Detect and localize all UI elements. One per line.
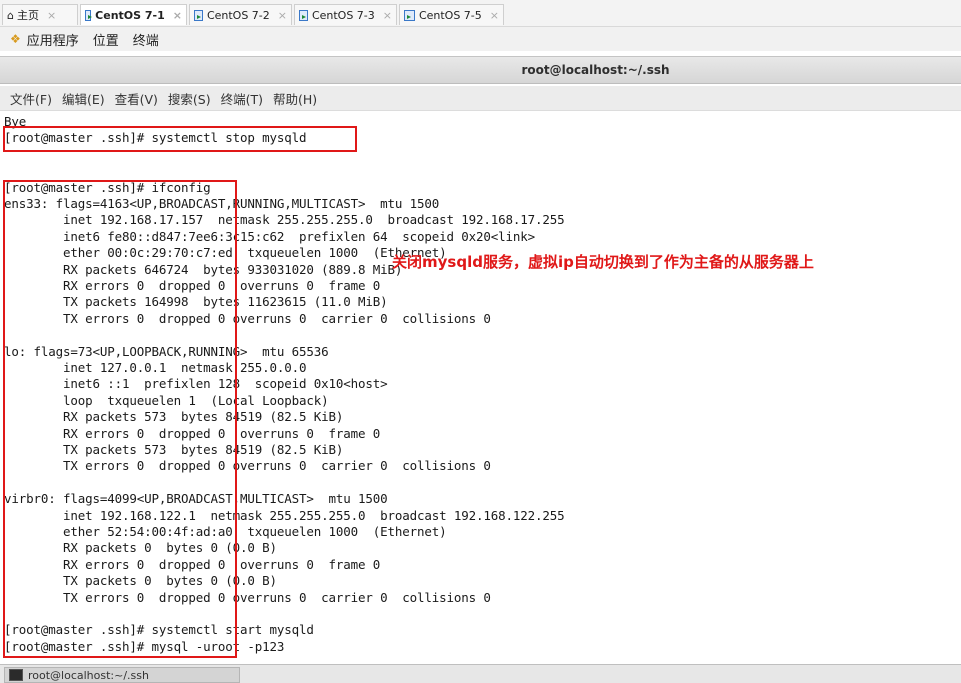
menu-search[interactable]: 搜索(S)	[168, 89, 211, 108]
vm-icon	[299, 9, 308, 21]
terminal-icon	[9, 669, 23, 681]
tab-label: CentOS 7-2	[206, 8, 270, 22]
vm-icon	[404, 9, 415, 21]
highlight-stop-command	[3, 126, 357, 152]
highlight-ifconfig-output	[3, 180, 237, 658]
close-icon[interactable]: ×	[490, 9, 499, 22]
terminal-menu-bar: 文件(F) 编辑(E) 查看(V) 搜索(S) 终端(T) 帮助(H)	[0, 86, 961, 111]
tab-centos-7-5[interactable]: CentOS 7-5 ×	[399, 4, 504, 25]
taskbar-item-label: root@localhost:~/.ssh	[28, 668, 149, 682]
vm-tab-strip: ⌂ 主页 × CentOS 7-1 × CentOS 7-2 × CentOS …	[0, 0, 961, 27]
close-icon[interactable]: ×	[173, 9, 182, 22]
tab-home[interactable]: ⌂ 主页 ×	[2, 4, 78, 25]
tab-centos-7-3[interactable]: CentOS 7-3 ×	[294, 4, 397, 25]
taskbar-item-terminal[interactable]: root@localhost:~/.ssh	[4, 667, 240, 683]
annotation-text: 关闭mysqld服务，虚拟ip自动切换到了作为主备的从服务器上	[392, 253, 814, 271]
home-icon: ⌂	[7, 8, 14, 22]
menu-file[interactable]: 文件(F)	[10, 89, 52, 108]
close-icon[interactable]: ×	[278, 9, 287, 22]
vm-icon	[85, 9, 93, 21]
tab-label: 主页	[16, 9, 39, 22]
places-menu[interactable]: 位置	[93, 30, 119, 49]
tab-label: CentOS 7-3	[311, 8, 375, 22]
applications-icon: ❖	[10, 32, 21, 46]
close-icon[interactable]: ×	[47, 9, 56, 22]
tab-centos-7-2[interactable]: CentOS 7-2 ×	[189, 4, 292, 25]
tab-label: CentOS 7-5	[418, 8, 482, 22]
vm-icon	[194, 9, 203, 21]
gnome-top-bar: ❖ 应用程序 位置 终端	[0, 27, 961, 51]
window-title-bar: root@localhost:~/.ssh	[0, 56, 961, 84]
close-icon[interactable]: ×	[383, 9, 392, 22]
tab-centos-7-1[interactable]: CentOS 7-1 ×	[80, 4, 187, 25]
terminal-menu-app[interactable]: 终端	[133, 30, 159, 49]
menu-help[interactable]: 帮助(H)	[273, 89, 317, 108]
menu-edit[interactable]: 编辑(E)	[62, 89, 105, 108]
taskbar: root@localhost:~/.ssh	[0, 664, 961, 683]
menu-terminal[interactable]: 终端(T)	[221, 89, 263, 108]
tab-label: CentOS 7-1	[95, 8, 165, 22]
menu-view[interactable]: 查看(V)	[115, 89, 158, 108]
applications-menu[interactable]: 应用程序	[27, 30, 79, 49]
window-title: root@localhost:~/.ssh	[521, 63, 670, 77]
